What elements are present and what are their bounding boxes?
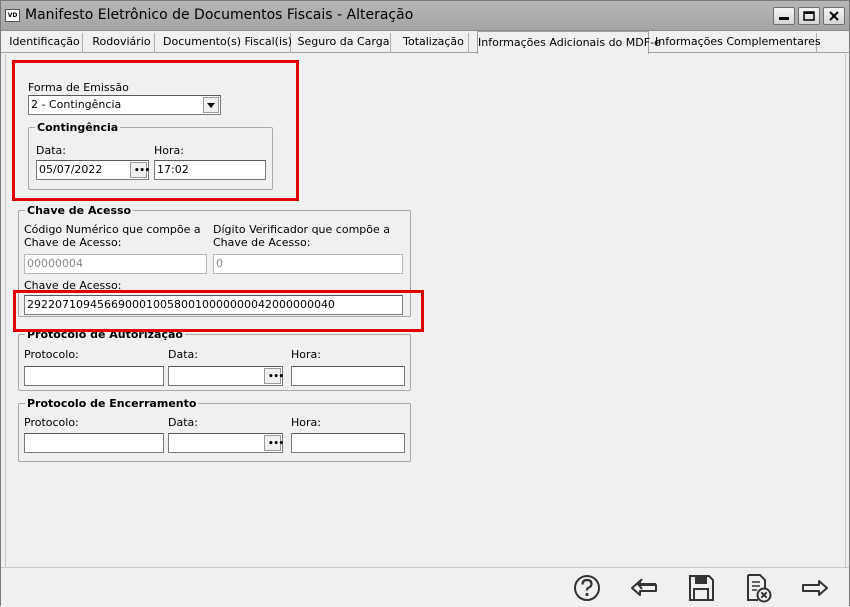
digito-verificador-label-line2: Chave de Acesso: [213, 236, 311, 249]
main-window: VD Manifesto Eletrônico de Documentos Fi… [0, 0, 850, 607]
highlight-emissao-box [12, 60, 299, 201]
tab-content-panel: Forma de Emissão 2 - Contingência Contin… [5, 54, 846, 567]
codigo-numerico-label-line1: Código Numérico que compõe a [24, 223, 201, 236]
cancel-document-icon [747, 574, 772, 603]
help-icon [574, 575, 600, 601]
bottom-toolbar [1, 567, 849, 607]
title-bar[interactable]: VD Manifesto Eletrônico de Documentos Fi… [1, 1, 849, 31]
window-title: Manifesto Eletrônico de Documentos Fisca… [25, 7, 414, 23]
tab-seguro-da-carga[interactable]: Seguro da Carga [297, 33, 391, 53]
tab-identificacao[interactable]: Identificação [7, 33, 83, 53]
minimize-icon [779, 17, 789, 20]
digito-verificador-value: 0 [216, 257, 223, 270]
digito-verificador-field[interactable]: 0 [213, 254, 403, 274]
save-icon [689, 575, 714, 601]
autorizacao-hora-field[interactable] [291, 366, 405, 386]
cancel-document-button[interactable] [742, 572, 774, 604]
codigo-numerico-value: 00000004 [27, 257, 83, 270]
maximize-icon [803, 11, 815, 21]
tab-informacoes-complementares[interactable]: Informações Complementares [655, 33, 821, 53]
protocolo-encerramento-group: Protocolo de Encerramento Protocolo: Dat… [18, 397, 411, 462]
help-button[interactable] [571, 572, 603, 604]
tab-bar: Identificação Rodoviário Documento(s) Fi… [1, 31, 849, 54]
autorizacao-protocolo-label: Protocolo: [24, 348, 79, 361]
back-button[interactable] [628, 572, 660, 604]
autorizacao-protocolo-field[interactable] [24, 366, 164, 386]
chave-acesso-title: Chave de Acesso [25, 204, 134, 217]
app-icon: VD [5, 9, 20, 22]
protocolo-encerramento-title: Protocolo de Encerramento [25, 397, 199, 410]
autorizacao-hora-label: Hora: [291, 348, 321, 361]
tab-documentos-fiscais[interactable]: Documento(s) Fiscal(is) [163, 33, 292, 53]
ellipsis-icon: ••• [268, 372, 284, 382]
close-icon [829, 11, 839, 21]
autorizacao-data-label: Data: [168, 348, 198, 361]
maximize-button[interactable] [798, 7, 820, 25]
minimize-button[interactable] [773, 7, 795, 25]
encerramento-protocolo-label: Protocolo: [24, 416, 79, 429]
digito-verificador-label-line1: Dígito Verificador que compõe a [213, 223, 390, 236]
encerramento-hora-label: Hora: [291, 416, 321, 429]
encerramento-date-picker-button[interactable]: ••• [264, 435, 284, 451]
ellipsis-icon: ••• [268, 439, 284, 449]
highlight-chave-box [13, 290, 424, 332]
tab-rodoviario[interactable]: Rodoviário [89, 33, 155, 53]
tab-totalizacao[interactable]: Totalização [399, 33, 469, 53]
codigo-numerico-label-line2: Chave de Acesso: [24, 236, 122, 249]
forward-button[interactable] [799, 572, 831, 604]
close-button[interactable] [823, 7, 845, 25]
encerramento-data-field[interactable]: ••• [168, 433, 284, 453]
autorizacao-date-picker-button[interactable]: ••• [264, 368, 284, 384]
back-arrow-icon [631, 578, 657, 596]
tab-informacoes-adicionais[interactable]: Informações Adicionais do MDF-e [477, 31, 661, 54]
encerramento-protocolo-field[interactable] [24, 433, 164, 453]
codigo-numerico-field[interactable]: 00000004 [24, 254, 207, 274]
save-button[interactable] [685, 572, 717, 604]
autorizacao-data-field[interactable]: ••• [168, 366, 284, 386]
protocolo-autorizacao-group: Protocolo de Autorização Protocolo: Data… [18, 328, 411, 391]
encerramento-data-label: Data: [168, 416, 198, 429]
encerramento-hora-field[interactable] [291, 433, 405, 453]
forward-arrow-icon [802, 580, 828, 596]
